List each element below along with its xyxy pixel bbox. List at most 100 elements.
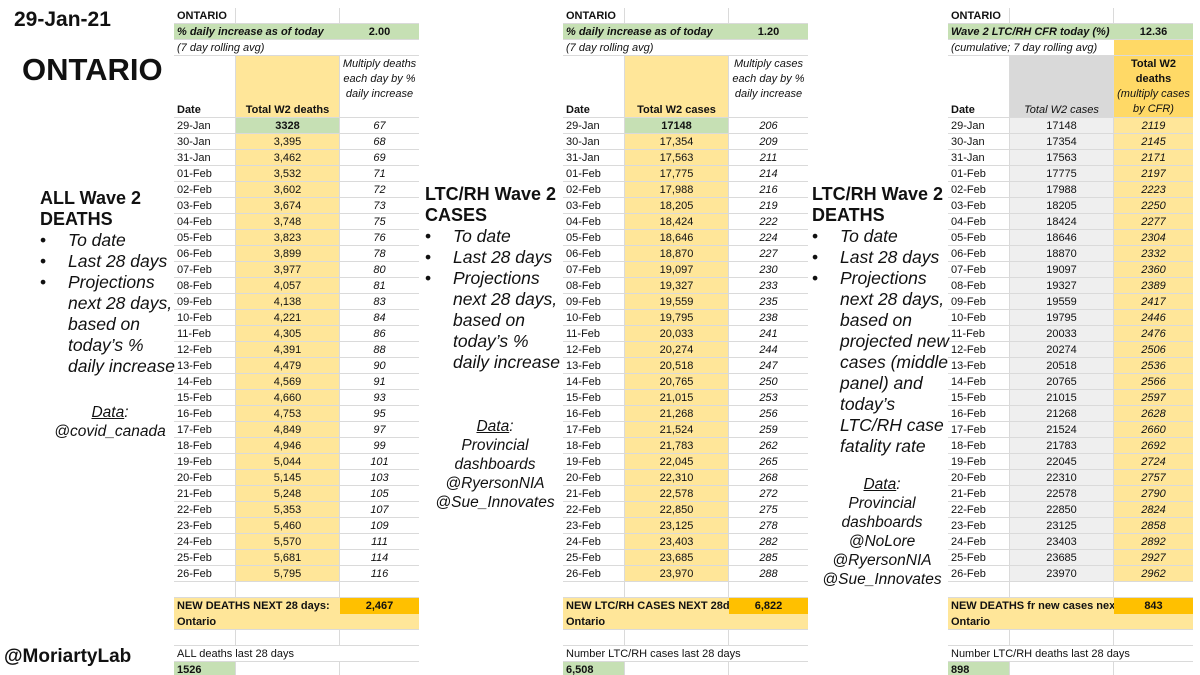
spacer-row [174, 582, 419, 598]
last28-label: Number LTC/RH deaths last 28 days [951, 648, 1130, 660]
row-total: 4,479 [236, 358, 340, 373]
table-row: 13-Feb 20518 2536 [948, 358, 1193, 374]
spacer-row [948, 630, 1193, 646]
row-total: 20765 [1010, 374, 1114, 389]
row-date: 05-Feb [563, 230, 625, 245]
row-date: 10-Feb [563, 310, 625, 325]
row-projection: 88 [373, 344, 386, 356]
row-date: 21-Feb [563, 486, 625, 501]
table-row: 19-Feb 5,044 101 [174, 454, 419, 470]
table-row: 29-Jan 3328 67 [174, 118, 419, 134]
row-total: 3,395 [236, 134, 340, 149]
row-projection: 2724 [1114, 454, 1193, 469]
row-date: 12-Feb [563, 342, 625, 357]
table-row: 29-Jan 17148 2119 [948, 118, 1193, 134]
table-row: 07-Feb 19,097 230 [563, 262, 808, 278]
row-date: 26-Feb [563, 566, 625, 581]
summary-row: NEW DEATHS fr new cases next 28843 [948, 598, 1193, 614]
row-date: 10-Feb [174, 310, 236, 325]
col-header-date: Date [174, 56, 236, 117]
row-projection: 2962 [1114, 566, 1193, 581]
row-projection: 244 [759, 344, 778, 356]
row-total: 21,524 [625, 422, 729, 437]
summary-region-row: Ontario [948, 614, 1193, 630]
panel-region: ONTARIO [948, 8, 1010, 23]
data-source-item: @RyersonNIA [445, 475, 545, 492]
empty-cell [1010, 8, 1114, 23]
rate-value: 12.36 [1139, 26, 1168, 38]
table-row: 15-Feb 21,015 253 [563, 390, 808, 406]
row-projection: 107 [370, 504, 389, 516]
table-row: 09-Feb 4,138 83 [174, 294, 419, 310]
col-third-header-top [1114, 40, 1193, 55]
table-row: 08-Feb 19,327 233 [563, 278, 808, 294]
row-projection: 101 [370, 456, 389, 468]
table-row: 13-Feb 4,479 90 [174, 358, 419, 374]
row-date: 30-Jan [948, 134, 1010, 149]
description-bullet: Projections next 28 days, based on today… [425, 268, 565, 373]
row-projection: 285 [759, 552, 778, 564]
table-row: 23-Feb 5,460 109 [174, 518, 419, 534]
row-date: 03-Feb [563, 198, 625, 213]
row-date: 19-Feb [563, 454, 625, 469]
row-projection: 216 [759, 184, 778, 196]
row-projection: 268 [759, 472, 778, 484]
row-projection: 2927 [1114, 550, 1193, 565]
data-source-item: Provincial dashboards [841, 495, 923, 531]
row-date: 24-Feb [174, 534, 236, 549]
row-projection: 2692 [1114, 438, 1193, 453]
table-row: 20-Feb 22310 2757 [948, 470, 1193, 486]
row-date: 20-Feb [563, 470, 625, 485]
row-projection: 2536 [1114, 358, 1193, 373]
table-row: 07-Feb 19097 2360 [948, 262, 1193, 278]
row-projection: 80 [373, 264, 386, 276]
table-row: 04-Feb 3,748 75 [174, 214, 419, 230]
description-bullet: Last 28 days [812, 247, 952, 268]
row-total: 22310 [1010, 470, 1114, 485]
table-row: 26-Feb 23970 2962 [948, 566, 1193, 582]
table-row: 21-Feb 5,248 105 [174, 486, 419, 502]
table-row: 22-Feb 22850 2824 [948, 502, 1193, 518]
table-row: 19-Feb 22045 2724 [948, 454, 1193, 470]
table-row: 10-Feb 19,795 238 [563, 310, 808, 326]
row-total: 20,518 [625, 358, 729, 373]
table-row: 15-Feb 4,660 93 [174, 390, 419, 406]
row-total: 4,221 [236, 310, 340, 325]
row-date: 30-Jan [174, 134, 236, 149]
row-projection: 2304 [1114, 230, 1193, 245]
table-row: 09-Feb 19,559 235 [563, 294, 808, 310]
table-row: 14-Feb 20,765 250 [563, 374, 808, 390]
row-total: 17,354 [625, 134, 729, 149]
row-total: 4,753 [236, 406, 340, 421]
row-date: 18-Feb [948, 438, 1010, 453]
table-row: 17-Feb 21,524 259 [563, 422, 808, 438]
col-header-third: Multiply cases each day by % daily incre… [729, 56, 808, 117]
table-row: 20-Feb 22,310 268 [563, 470, 808, 486]
row-projection: 211 [759, 152, 778, 164]
row-total: 3,674 [236, 198, 340, 213]
spacer-row [563, 582, 808, 598]
description-bullet: Projections next 28 days, based on proje… [812, 268, 952, 457]
table-row: 31-Jan 17,563 211 [563, 150, 808, 166]
table-row: 21-Feb 22,578 272 [563, 486, 808, 502]
row-date: 24-Feb [563, 534, 625, 549]
row-projection: 272 [759, 488, 778, 500]
region-title: ONTARIO [22, 52, 163, 87]
row-date: 13-Feb [948, 358, 1010, 373]
table-row: 08-Feb 19327 2389 [948, 278, 1193, 294]
table-row: 17-Feb 4,849 97 [174, 422, 419, 438]
table-row: 03-Feb 18205 2250 [948, 198, 1193, 214]
table-row: 25-Feb 5,681 114 [174, 550, 419, 566]
panel-region-row: ONTARIO [174, 8, 419, 24]
row-total: 23685 [1010, 550, 1114, 565]
column-header-row: Date Total W2 deaths Multiply deaths each … [174, 56, 419, 118]
row-total: 17988 [1010, 182, 1114, 197]
col-header-third-title: Total W2 deaths [1130, 58, 1176, 85]
data-source: Data: Provincial dashboards @NoLore @Rye… [822, 476, 942, 588]
row-projection: 2790 [1114, 486, 1193, 501]
row-projection: 227 [759, 248, 778, 260]
table-row: 01-Feb 3,532 71 [174, 166, 419, 182]
row-projection: 2250 [1114, 198, 1193, 213]
table-row: 21-Feb 22578 2790 [948, 486, 1193, 502]
row-date: 31-Jan [174, 150, 236, 165]
